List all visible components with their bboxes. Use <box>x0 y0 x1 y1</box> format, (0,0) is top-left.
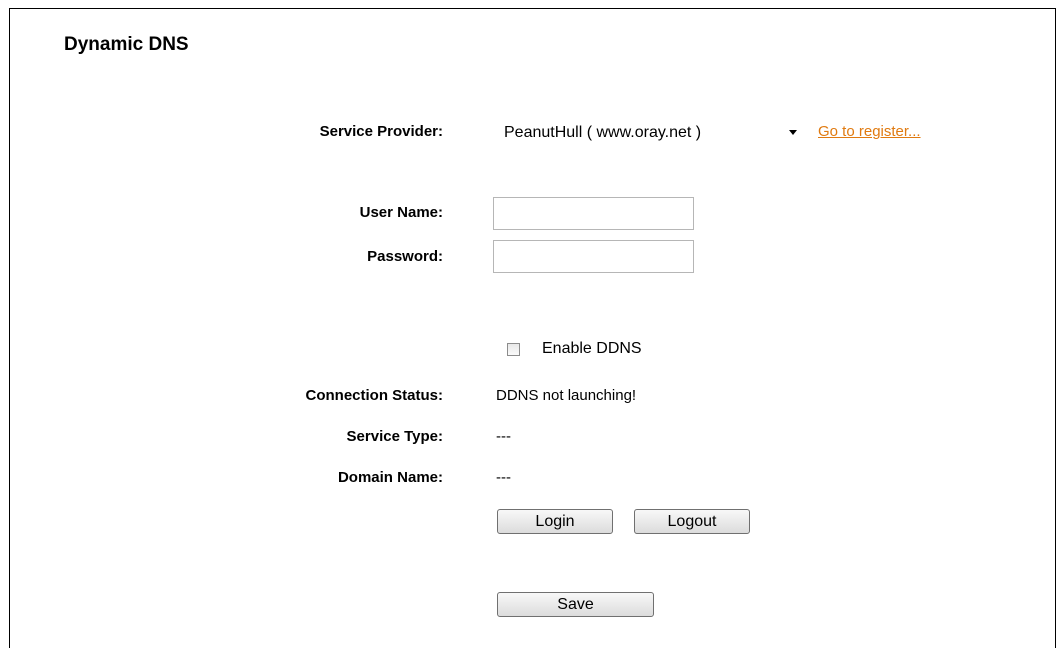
password-label: Password: <box>367 248 443 265</box>
password-input[interactable] <box>493 240 694 273</box>
logout-button[interactable]: Logout <box>634 509 750 534</box>
save-button[interactable]: Save <box>497 592 654 617</box>
username-label: User Name: <box>359 204 443 221</box>
service-provider-selected-value: PeanutHull ( www.oray.net ) <box>504 123 702 141</box>
enable-ddns-checkbox[interactable] <box>507 343 520 356</box>
username-input[interactable] <box>493 197 694 230</box>
login-button[interactable]: Login <box>497 509 613 534</box>
service-provider-select[interactable]: PeanutHull ( www.oray.net ) <box>495 118 803 147</box>
go-to-register-link[interactable]: Go to register... <box>818 123 921 140</box>
connection-status-label: Connection Status: <box>305 387 444 404</box>
domain-name-value: --- <box>496 469 511 486</box>
page-title: Dynamic DNS <box>64 34 189 55</box>
chevron-down-icon <box>789 130 797 135</box>
connection-status-value: DDNS not launching! <box>496 387 637 404</box>
service-type-value: --- <box>496 428 511 445</box>
service-provider-label: Service Provider: <box>319 123 443 140</box>
service-type-label: Service Type: <box>346 428 443 445</box>
enable-ddns-label: Enable DDNS <box>542 340 642 357</box>
domain-name-label: Domain Name: <box>337 469 443 486</box>
page-frame <box>9 8 1056 648</box>
